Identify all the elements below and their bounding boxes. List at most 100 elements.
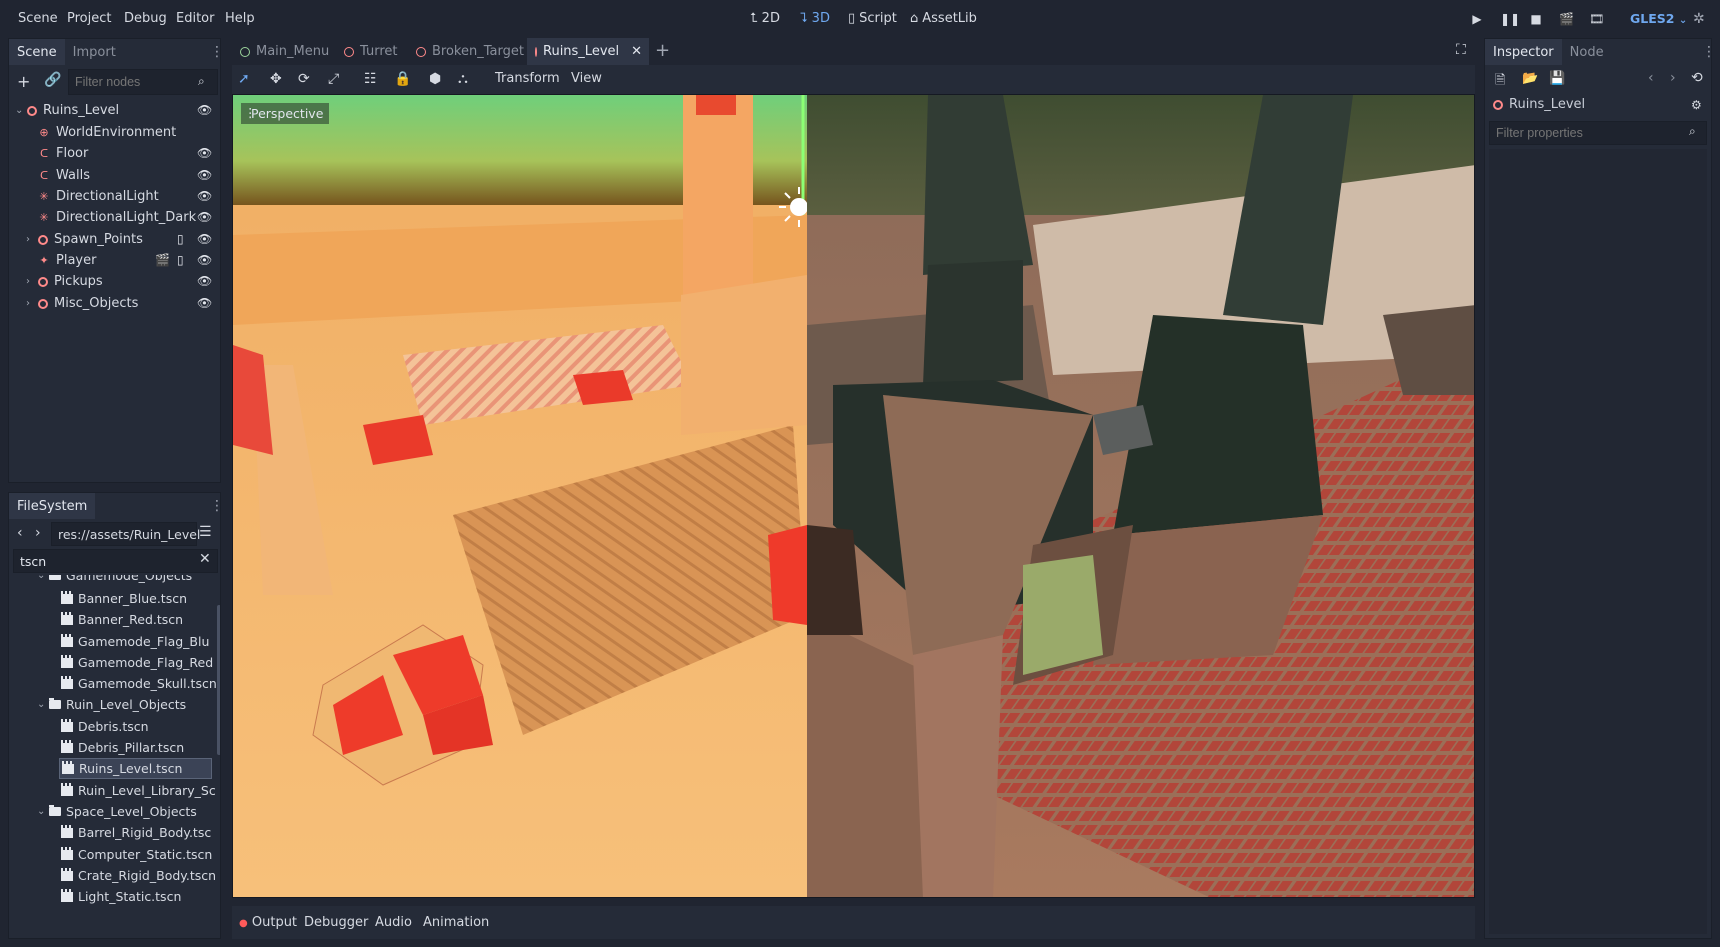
chevron-down-icon[interactable]: ⌄	[15, 105, 27, 116]
clear-icon[interactable]: ✕	[199, 551, 211, 567]
tree-item-spawn-points[interactable]: › Spawn_Points	[26, 229, 143, 250]
tree-item-floor[interactable]: ᑕ Floor	[38, 143, 88, 164]
folder-item-gamemode-objects[interactable]: ⌄ Gamemode_Objects	[37, 575, 192, 586]
menu-editor[interactable]: Editor	[176, 11, 214, 26]
3d-viewport[interactable]: ⋮ Perspective	[232, 94, 1475, 898]
play-custom-scene-icon[interactable]: 🎞	[1589, 12, 1604, 26]
stop-icon[interactable]: ■	[1529, 12, 1543, 26]
tree-item-worldenvironment[interactable]: ⊕ WorldEnvironment	[38, 122, 176, 143]
dock-menu-icon[interactable]: ⋮	[210, 44, 224, 60]
tab-audio[interactable]: Audio	[375, 915, 412, 930]
back-icon[interactable]: ‹	[17, 525, 23, 541]
folder-item-ruin-level-objects[interactable]: ⌄ Ruin_Level_Objects	[37, 694, 186, 715]
file-item[interactable]: Debris_Pillar.tscn	[61, 737, 184, 758]
tab-import[interactable]: Import	[65, 39, 124, 65]
file-item[interactable]: Gamemode_Flag_Blu	[61, 631, 209, 652]
visibility-eye-icon[interactable]: 👁	[197, 168, 212, 182]
mode-assetlib-button[interactable]: ⌂ AssetLib	[910, 11, 977, 26]
path-field[interactable]: res://assets/Ruin_Level	[51, 522, 200, 546]
tab-inspector[interactable]: Inspector	[1485, 39, 1562, 65]
group-icon[interactable]: ⬢	[429, 71, 441, 87]
tree-item-pickups[interactable]: › Pickups	[26, 271, 103, 292]
filter-nodes-input[interactable]	[68, 69, 218, 95]
dock-menu-icon[interactable]: ⋮	[1702, 44, 1716, 60]
menu-debug[interactable]: Debug	[124, 11, 167, 26]
tab-filesystem[interactable]: FileSystem	[9, 493, 96, 519]
close-icon[interactable]: ✕	[631, 44, 642, 59]
snap-icon[interactable]: ⛬	[458, 71, 468, 87]
file-item[interactable]: Banner_Red.tscn	[61, 609, 183, 630]
menu-scene[interactable]: Scene	[18, 11, 58, 26]
tab-output[interactable]: ● Output	[239, 915, 297, 930]
chevron-down-icon[interactable]: ⌄	[37, 575, 49, 581]
file-item[interactable]: Banner_Blue.tscn	[61, 588, 187, 609]
renderer-selector[interactable]: GLES2 ⌄	[1630, 11, 1687, 26]
play-scene-icon[interactable]: 🎬	[1559, 12, 1574, 26]
tree-item-directionallight[interactable]: ✳ DirectionalLight	[38, 186, 158, 207]
tab-debugger[interactable]: Debugger	[304, 915, 368, 930]
split-view-icon[interactable]: ☰	[199, 524, 212, 540]
tree-item-walls[interactable]: ᑕ Walls	[38, 165, 90, 186]
mode-3d-button[interactable]: ⮧ 3D	[800, 11, 830, 26]
dock-menu-icon[interactable]: ⋮	[210, 498, 220, 514]
visibility-eye-icon[interactable]: 👁	[197, 232, 212, 246]
transform-menu[interactable]: Transform	[495, 71, 560, 86]
file-item[interactable]: Crate_Rigid_Body.tscn	[61, 865, 216, 886]
view-menu[interactable]: View	[571, 71, 602, 86]
tree-item-directionallight-dark[interactable]: ✳ DirectionalLight_Dark	[38, 207, 196, 228]
tree-item-player[interactable]: ✦ Player	[38, 250, 96, 271]
script-attached-icon[interactable]: ▯	[177, 232, 184, 246]
play-icon[interactable]: ▶	[1470, 12, 1484, 26]
scene-tab-main-menu[interactable]: Main_Menu	[232, 38, 337, 65]
scale-tool-icon[interactable]: ⤢	[328, 71, 339, 87]
scene-tab-turret[interactable]: Turret	[336, 38, 405, 65]
file-item[interactable]: Gamemode_Flag_Red	[61, 652, 213, 673]
mode-script-button[interactable]: ▯ Script	[848, 11, 897, 26]
file-item[interactable]: Debris.tscn	[61, 716, 149, 737]
scene-tab-ruins-level[interactable]: Ruins_Level ✕	[527, 38, 649, 65]
mode-2d-button[interactable]: ⮤ 2D	[750, 11, 780, 26]
save-icon[interactable]: 💾	[1549, 71, 1565, 86]
file-item[interactable]: Ruin_Level_Library_Sc	[61, 780, 216, 801]
history-forward-icon[interactable]: ›	[1670, 70, 1676, 86]
folder-item-space-level-objects[interactable]: ⌄ Space_Level_Objects	[37, 801, 197, 822]
history-back-icon[interactable]: ‹	[1648, 70, 1654, 86]
select-tool-icon[interactable]: ➚	[238, 71, 250, 87]
list-select-icon[interactable]: ☷	[364, 71, 377, 87]
file-item[interactable]: Light_Static.tscn	[61, 886, 181, 907]
visibility-eye-icon[interactable]: 👁	[197, 210, 212, 224]
tree-item-ruins-level[interactable]: ⌄ Ruins_Level	[15, 100, 119, 121]
history-icon[interactable]: ⟲	[1691, 70, 1703, 86]
chevron-right-icon[interactable]: ›	[26, 298, 38, 309]
file-item-selected[interactable]: Ruins_Level.tscn	[59, 758, 212, 779]
chevron-right-icon[interactable]: ›	[26, 234, 38, 245]
script-attached-icon[interactable]: ▯	[177, 253, 184, 267]
scrollbar[interactable]	[217, 605, 220, 755]
inspected-object[interactable]: Ruins_Level	[1493, 97, 1585, 112]
chevron-right-icon[interactable]: ›	[26, 276, 38, 287]
visibility-eye-icon[interactable]: 👁	[197, 296, 212, 310]
visibility-eye-icon[interactable]: 👁	[197, 253, 212, 267]
file-item[interactable]: Gamemode_Skull.tscn	[61, 673, 217, 694]
tab-scene[interactable]: Scene	[9, 39, 65, 65]
tree-item-misc-objects[interactable]: › Misc_Objects	[26, 293, 138, 314]
visibility-eye-icon[interactable]: 👁	[197, 189, 212, 203]
filter-properties-input[interactable]	[1489, 121, 1707, 145]
file-item[interactable]: Computer_Static.tscn	[61, 844, 212, 865]
visibility-eye-icon[interactable]: 👁	[197, 274, 212, 288]
open-folder-icon[interactable]: 📂	[1522, 71, 1538, 86]
fullscreen-icon[interactable]: ⛶	[1456, 42, 1466, 58]
lock-icon[interactable]: 🔒	[394, 71, 411, 87]
instanced-scene-icon[interactable]: 🎬	[155, 253, 170, 267]
rotate-tool-icon[interactable]: ⟳	[298, 71, 310, 87]
visibility-eye-icon[interactable]: 👁	[197, 103, 212, 117]
tab-node[interactable]: Node	[1562, 39, 1612, 65]
new-tab-icon[interactable]: +	[655, 40, 670, 61]
file-item[interactable]: Barrel_Rigid_Body.tsc	[61, 822, 211, 843]
perspective-menu[interactable]: ⋮ Perspective	[241, 103, 330, 124]
forward-icon[interactable]: ›	[35, 525, 41, 541]
move-tool-icon[interactable]: ✥	[270, 71, 282, 87]
add-node-icon[interactable]: +	[17, 72, 30, 91]
menu-project[interactable]: Project	[67, 11, 111, 26]
menu-help[interactable]: Help	[225, 11, 255, 26]
